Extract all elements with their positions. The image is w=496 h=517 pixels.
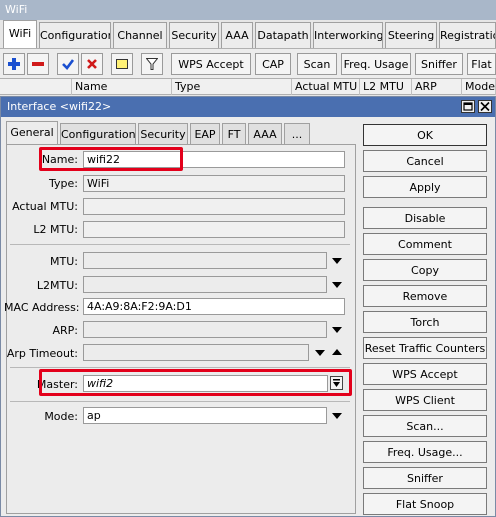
remove-icon [32,62,44,66]
wifi-toolbar: WPS Accept CAP Scan Freq. Usage Sniffer … [0,48,496,78]
arp-dropdown-arrow-icon[interactable] [332,327,342,333]
dialog-tab-ft[interactable]: FT [222,123,246,145]
close-button[interactable] [478,100,492,113]
scan-button[interactable]: Scan... [363,415,487,437]
arp-label: ARP: [52,324,78,337]
actual-mtu-label: Actual MTU: [12,200,78,213]
tab-channel[interactable]: Channel [113,22,167,48]
tab-security[interactable]: Security [169,22,219,48]
l2-mtu-label: L2 MTU: [33,223,78,236]
maximize-icon [463,102,473,111]
arp-field[interactable] [83,321,327,338]
tab-steering[interactable]: Steering [385,22,437,48]
dialog-tab-configuration[interactable]: Configuration [60,123,136,145]
dialog-tab-security[interactable]: Security [138,123,188,145]
column-header-type[interactable]: Type [172,79,292,95]
copy-button[interactable]: Copy [363,259,487,281]
interface-table-header: Name Type Actual MTU L2 MTU ARP Mode [0,78,496,95]
wps-accept-toolbar-button[interactable]: WPS Accept [171,53,251,75]
scan-toolbar-button[interactable]: Scan [297,53,337,75]
column-header-name[interactable]: Name [72,79,172,95]
add-icon [8,58,20,70]
mtu-dropdown-arrow-icon[interactable] [332,258,342,264]
apply-button[interactable]: Apply [363,176,487,198]
dialog-tab-bar: General Configuration Security EAP FT AA… [6,121,356,145]
arp-timeout-field[interactable] [83,344,309,361]
wifi-window-title: WiFi [0,0,496,20]
freq-usage-toolbar-button[interactable]: Freq. Usage [341,53,411,75]
type-field: WiFi [83,175,345,192]
wps-accept-button[interactable]: WPS Accept [363,363,487,385]
arp-timeout-collapse-arrow-icon[interactable] [332,349,342,355]
enable-button[interactable] [57,53,79,75]
l2mtu-dropdown-arrow-icon[interactable] [332,282,342,288]
wifi-tab-bar: WiFi Configuration Channel Security AAA … [0,20,496,48]
dialog-tab-eap[interactable]: EAP [190,123,220,145]
mtu-field[interactable] [83,252,327,269]
remove-button-dialog[interactable]: Remove [363,285,487,307]
arp-timeout-expand-arrow-icon[interactable] [315,350,325,356]
dialog-tab-general[interactable]: General [6,121,58,145]
freq-usage-button[interactable]: Freq. Usage... [363,441,487,463]
dialog-title: Interface <wifi22> [7,100,112,113]
section-divider-3 [10,401,350,402]
section-divider-2 [10,367,350,368]
mac-address-label: MAC Address: [4,301,80,314]
name-highlight-box [39,147,183,171]
sniffer-toolbar-button[interactable]: Sniffer [415,53,463,75]
tab-registration[interactable]: Registration [439,22,496,48]
arp-timeout-label: Arp Timeout: [6,347,78,360]
remove-button[interactable] [27,53,49,75]
disable-button[interactable] [81,53,103,75]
cancel-button[interactable]: Cancel [363,150,487,172]
add-button[interactable] [3,53,25,75]
flat-snoop-button[interactable]: Flat Snoop [363,493,487,515]
l2mtu-label: L2MTU: [36,279,78,292]
actual-mtu-field [83,198,345,215]
disable-x-icon [87,59,97,69]
mode-label: Mode: [44,410,78,423]
dialog-tab-more[interactable]: ... [284,123,310,145]
tab-wifi[interactable]: WiFi [3,20,37,48]
close-icon [480,101,490,112]
flat-toolbar-button[interactable]: Flat [467,53,496,75]
ok-button[interactable]: OK [363,124,487,146]
sniffer-button[interactable]: Sniffer [363,467,487,489]
mtu-label: MTU: [50,255,78,268]
comment-button-dialog[interactable]: Comment [363,233,487,255]
disable-button-dialog[interactable]: Disable [363,207,487,229]
filter-button[interactable] [141,53,163,75]
dialog-tab-aaa[interactable]: AAA [248,123,282,145]
section-divider [10,244,350,245]
comment-icon [116,59,128,69]
column-header-actual-mtu[interactable]: Actual MTU [292,79,360,95]
master-highlight-box [39,369,352,396]
column-header-blank [0,79,72,95]
tab-datapath[interactable]: Datapath [255,22,311,48]
column-header-l2-mtu[interactable]: L2 MTU [360,79,412,95]
maximize-button[interactable] [461,100,475,113]
column-header-arp[interactable]: ARP [412,79,462,95]
mac-address-field[interactable]: 4A:A9:8A:F2:9A:D1 [83,298,345,315]
l2-mtu-field [83,221,345,238]
tab-configuration[interactable]: Configuration [39,22,111,48]
torch-button[interactable]: Torch [363,311,487,333]
mode-field[interactable]: ap [83,407,327,424]
wps-client-button[interactable]: WPS Client [363,389,487,411]
cap-button[interactable]: CAP [255,53,291,75]
enable-check-icon [62,59,74,70]
filter-icon [146,58,158,70]
column-header-mode[interactable]: Mode [462,79,496,95]
dialog-title-bar: Interface <wifi22> [1,97,495,117]
reset-traffic-counters-button[interactable]: Reset Traffic Counters [363,337,487,359]
tab-interworking[interactable]: Interworking [313,22,383,48]
comment-button[interactable] [111,53,133,75]
type-label: Type: [49,177,78,190]
tab-aaa[interactable]: AAA [221,22,253,48]
l2mtu-field[interactable] [83,276,327,293]
mode-dropdown-arrow-icon[interactable] [332,413,342,419]
